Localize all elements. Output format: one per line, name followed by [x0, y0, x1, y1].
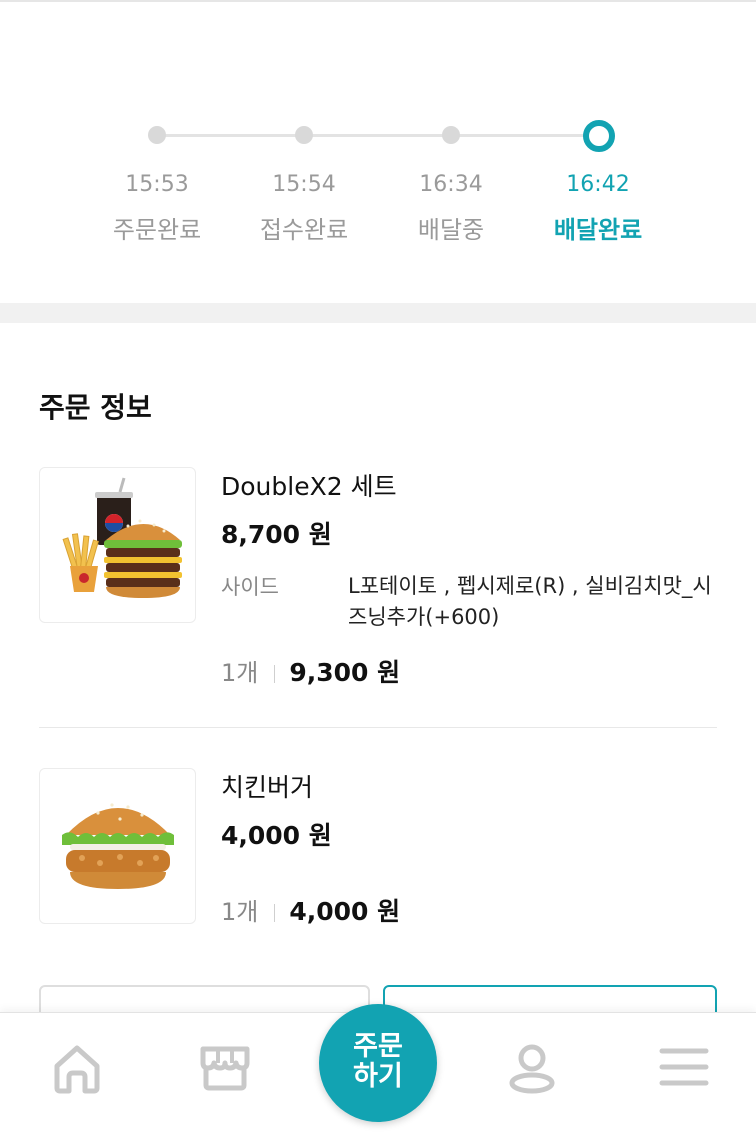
order-button-line2: 하기 — [353, 1061, 403, 1092]
option-value: L포테이토 , 펩시제로(R) , 실비김치맛_시즈닝추가(+600) — [348, 574, 712, 629]
step-time: 15:53 — [125, 172, 189, 197]
step-label: 접수완료 — [259, 216, 349, 244]
item-quantity: 1개 — [221, 659, 259, 687]
step-dot — [442, 126, 460, 144]
store-icon — [200, 1046, 250, 1091]
section-separator — [0, 303, 756, 323]
step-dot — [148, 126, 166, 144]
step-label: 배달중 — [417, 216, 485, 244]
quantity-row: 1개 4,000 원 — [221, 892, 400, 928]
option-label: 사이드 — [221, 575, 279, 599]
item-divider — [39, 727, 717, 728]
item-price: 8,700 원 — [221, 520, 332, 549]
nav-home[interactable] — [27, 1013, 127, 1123]
nav-menu[interactable] — [634, 1013, 734, 1123]
person-icon — [509, 1044, 555, 1094]
burger-set-image — [39, 467, 196, 623]
order-now-button[interactable]: 주문 하기 — [319, 1004, 437, 1122]
step-dot — [295, 126, 313, 144]
item-name: DoubleX2 세트 — [221, 472, 397, 501]
hamburger-menu-icon — [659, 1048, 709, 1086]
quantity-row: 1개 9,300 원 — [221, 653, 400, 689]
order-button-line1: 주문 — [353, 1031, 403, 1062]
step-time: 16:42 — [566, 172, 630, 197]
order-info-title: 주문 정보 — [39, 391, 152, 424]
order-item: 치킨버거 4,000 원 1개 4,000 원 — [39, 768, 717, 928]
separator — [274, 904, 276, 922]
item-price: 4,000 원 — [221, 821, 332, 850]
step-label: 배달완료 — [553, 216, 643, 244]
order-item: DoubleX2 세트 8,700 원 사이드 L포테이토 , 펩시제로(R) … — [39, 467, 717, 697]
item-total: 4,000 원 — [289, 897, 401, 926]
chicken-burger-image — [39, 768, 196, 924]
step-time: 15:54 — [272, 172, 336, 197]
nav-store[interactable] — [174, 1013, 274, 1123]
delivery-status-tracker: 15:53 주문완료 15:54 접수완료 16:34 배달중 16:42 배달… — [0, 0, 756, 303]
step-time: 16:34 — [419, 172, 483, 197]
nav-profile[interactable] — [482, 1013, 582, 1123]
separator — [274, 665, 276, 683]
progress-line — [157, 134, 598, 137]
step-dot-active — [583, 120, 615, 152]
item-quantity: 1개 — [221, 898, 259, 926]
item-name: 치킨버거 — [221, 773, 314, 802]
item-total: 9,300 원 — [289, 658, 401, 687]
step-label: 주문완료 — [112, 216, 202, 244]
home-icon — [54, 1045, 100, 1094]
